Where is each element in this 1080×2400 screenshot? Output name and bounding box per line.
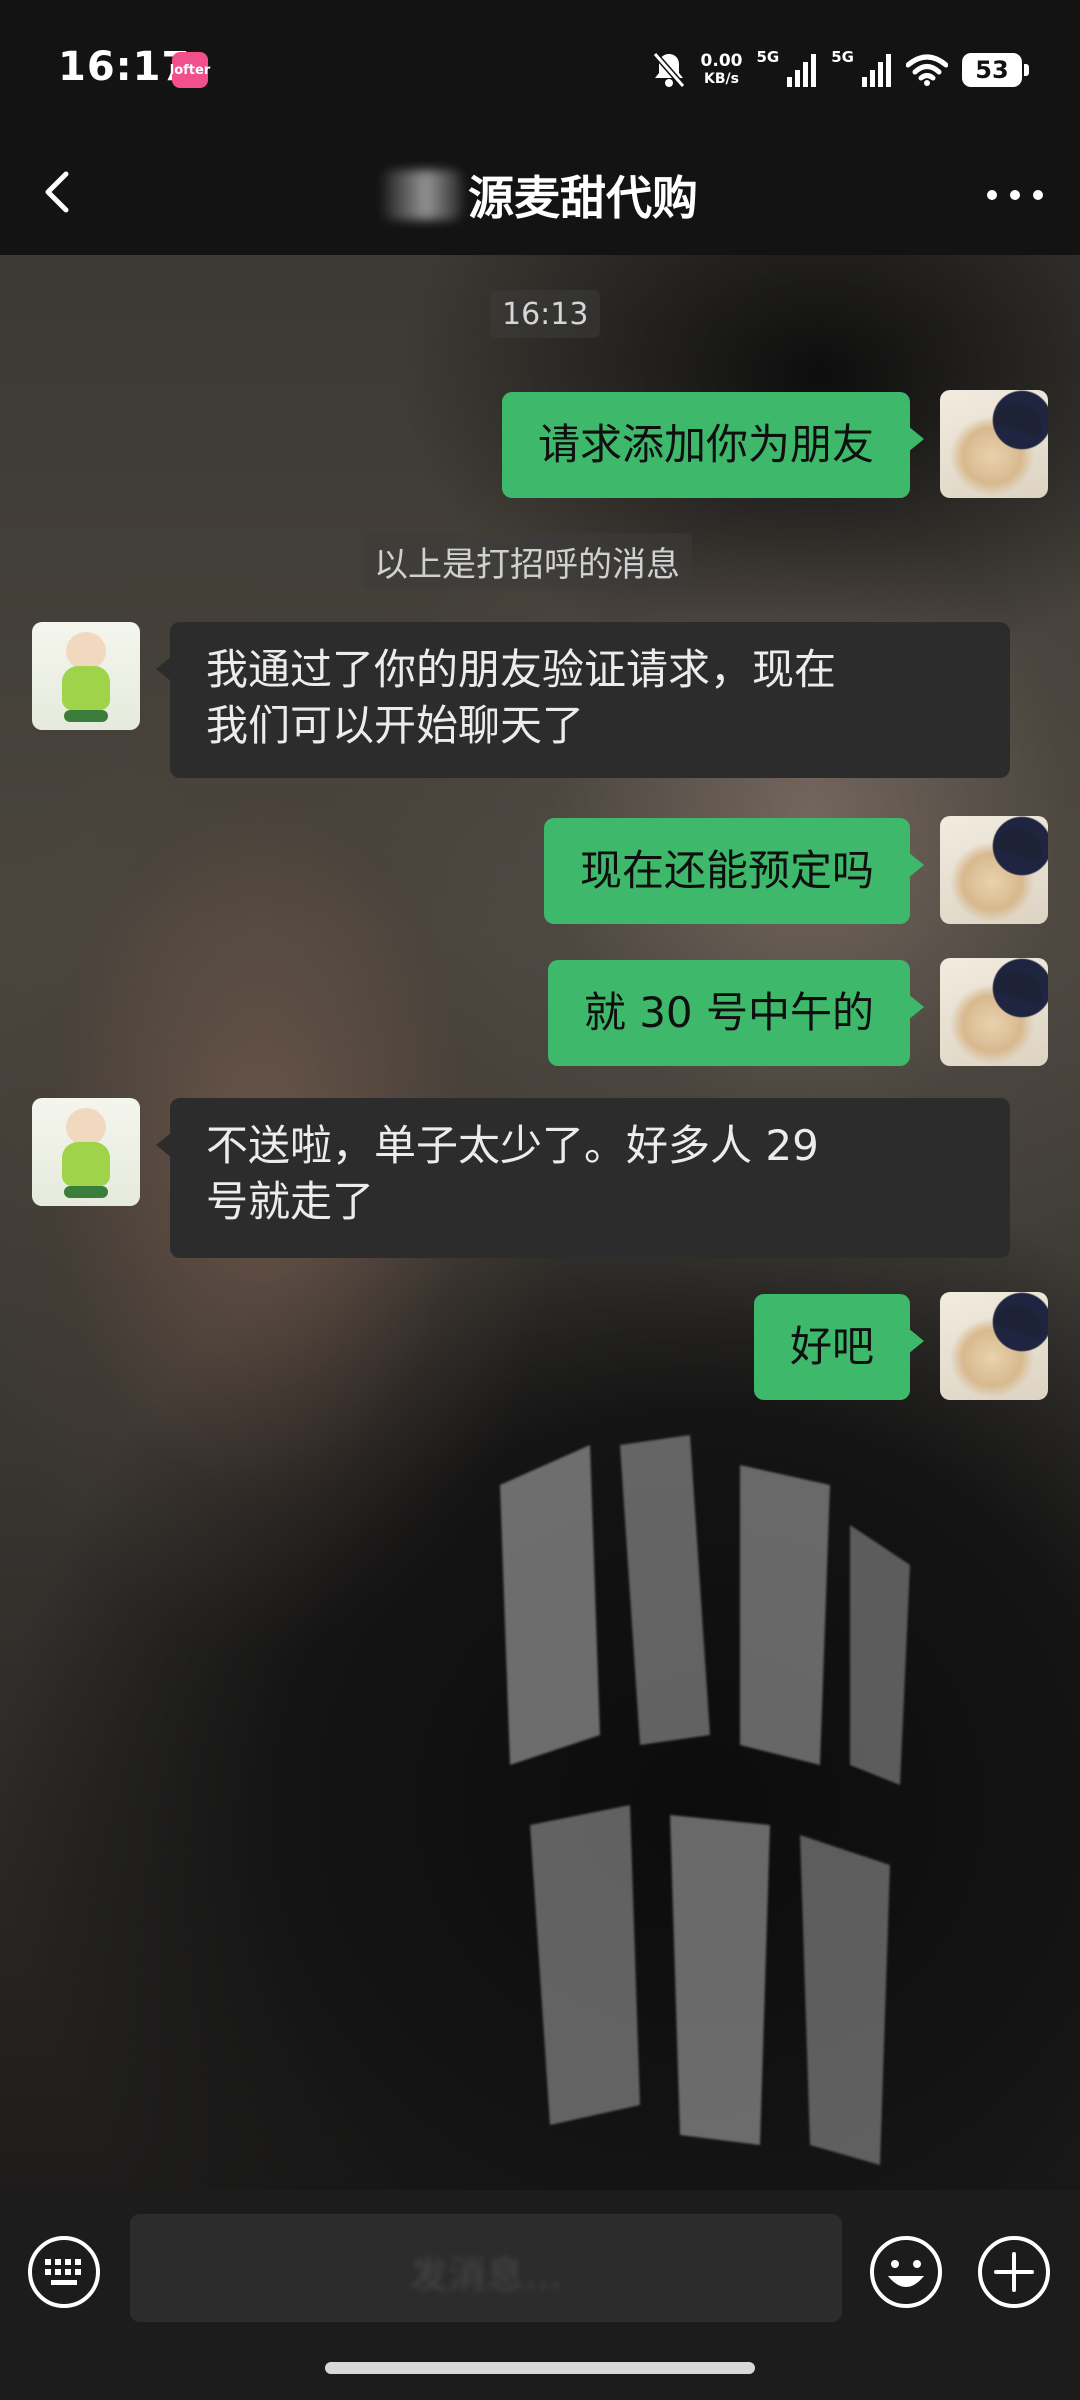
message-text: 好吧 — [789, 1322, 874, 1371]
my-avatar[interactable] — [940, 816, 1048, 924]
contact-avatar[interactable] — [32, 1098, 140, 1206]
wifi-icon — [906, 54, 948, 86]
plus-icon[interactable] — [976, 2234, 1052, 2310]
message-text: 就 30 号中午的 — [583, 988, 874, 1037]
message-input-bar: 发消息… — [0, 2190, 1080, 2400]
chat-title-container: 源麦甜代购 — [0, 162, 1080, 228]
my-avatar[interactable] — [940, 1292, 1048, 1400]
message-text-line: 号就走了 — [206, 1177, 375, 1226]
background-hoodie-print — [500, 1435, 910, 2165]
emoji-icon[interactable] — [868, 2234, 944, 2310]
signal-icon — [862, 54, 891, 87]
signal-icon — [787, 54, 817, 87]
message-input[interactable]: 发消息… — [130, 2214, 842, 2322]
network-type-1: 5G — [756, 48, 780, 66]
network-speed: 0.00 KB/s — [701, 52, 743, 88]
message-bubble-received[interactable]: 我通过了你的朋友验证请求，现在 我们可以开始聊天了 — [156, 622, 1010, 778]
contact-avatar[interactable] — [32, 622, 140, 730]
bell-muted-icon — [652, 52, 685, 88]
my-avatar[interactable] — [940, 390, 1048, 498]
chat-title: 源麦甜代购 — [468, 171, 698, 225]
chat-header: 源麦甜代购 — [0, 130, 1080, 255]
speed-value: 0.00 — [700, 51, 743, 71]
input-placeholder: 发消息… — [409, 2253, 562, 2297]
message-text: 现在还能预定吗 — [579, 846, 874, 895]
message-bubble-sent[interactable]: 好吧 — [753, 1294, 925, 1400]
message-text-line: 我通过了你的朋友验证请求，现在 — [206, 645, 837, 694]
message-bubble-sent[interactable]: 就 30 号中午的 — [547, 960, 925, 1066]
system-message: 以上是打招呼的消息 — [362, 533, 692, 589]
speed-unit: KB/s — [704, 71, 739, 87]
redacted-title-prefix — [382, 170, 462, 220]
battery-icon: 53 — [962, 53, 1029, 87]
message-text: 请求添加你为朋友 — [537, 420, 874, 469]
message-bubble-sent[interactable]: 现在还能预定吗 — [543, 818, 925, 924]
message-bubble-received[interactable]: 不送啦，单子太少了。好多人 29 号就走了 — [156, 1098, 1010, 1258]
my-avatar[interactable] — [940, 958, 1048, 1066]
status-right-cluster: 0.00 KB/s 5G 5G 53 — [651, 46, 1029, 94]
more-dots-icon[interactable] — [980, 170, 1050, 220]
chat-timestamp: 16:13 — [490, 290, 601, 338]
message-bubble-sent[interactable]: 请求添加你为朋友 — [501, 392, 925, 498]
lofter-app-icon: lofter — [170, 52, 210, 88]
message-text-line: 我们可以开始聊天了 — [206, 701, 585, 750]
keyboard-icon[interactable] — [26, 2234, 102, 2310]
message-text-line: 不送啦，单子太少了。好多人 29 — [206, 1121, 819, 1170]
home-indicator[interactable] — [325, 2362, 755, 2374]
network-type-2: 5G — [831, 48, 854, 66]
status-bar: 16:17 lofter 0.00 KB/s 5G 5G 53 — [0, 0, 1080, 130]
